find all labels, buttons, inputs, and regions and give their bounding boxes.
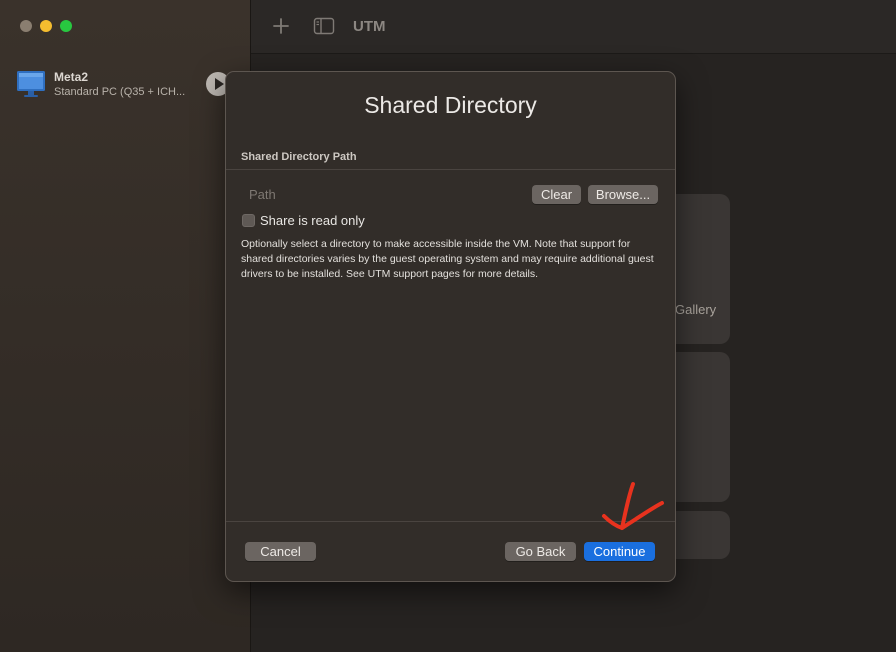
- help-text: Optionally select a directory to make ac…: [241, 238, 654, 280]
- gallery-label: Gallery: [675, 302, 717, 317]
- read-only-checkbox[interactable]: [242, 214, 255, 227]
- zoom-window-button[interactable]: [60, 20, 72, 32]
- sidebar-icon: [313, 17, 335, 35]
- vm-description: Standard PC (Q35 + ICH...: [54, 86, 186, 98]
- path-field[interactable]: Path: [249, 187, 276, 202]
- vm-name: Meta2: [54, 70, 89, 84]
- add-vm-button[interactable]: [269, 14, 293, 38]
- window-controls: [20, 20, 72, 32]
- toggle-sidebar-button[interactable]: [313, 16, 335, 36]
- dialog-title: Shared Directory: [364, 92, 537, 118]
- read-only-label[interactable]: Share is read only: [260, 213, 365, 228]
- section-header: Shared Directory Path: [241, 151, 357, 163]
- go-back-button[interactable]: Go Back: [505, 542, 576, 561]
- window-title: UTM: [353, 18, 386, 35]
- plus-icon: [273, 18, 289, 34]
- divider: [226, 169, 675, 170]
- close-window-button[interactable]: [20, 20, 32, 32]
- clear-button[interactable]: Clear: [532, 185, 581, 204]
- sidebar: Meta2 Standard PC (Q35 + ICH...: [0, 0, 251, 652]
- browse-button[interactable]: Browse...: [588, 185, 658, 204]
- annotation-arrow-icon: [600, 478, 670, 543]
- monitor-icon: [16, 69, 46, 99]
- cancel-button[interactable]: Cancel: [245, 542, 316, 561]
- minimize-window-button[interactable]: [40, 20, 52, 32]
- toolbar: UTM: [251, 0, 896, 54]
- continue-button[interactable]: Continue: [584, 542, 655, 561]
